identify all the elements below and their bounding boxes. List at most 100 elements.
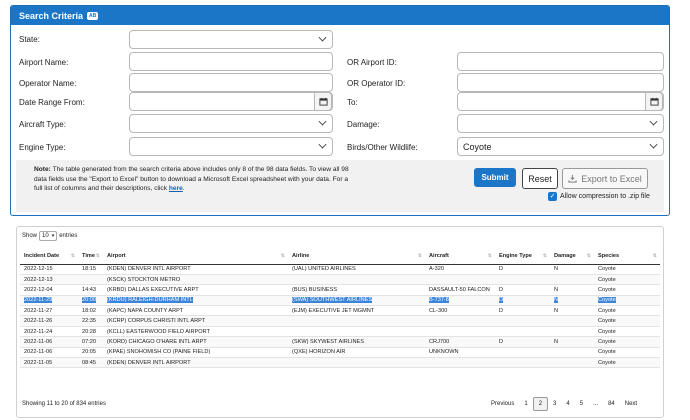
pager-page-button[interactable]: 1	[519, 398, 532, 410]
column-header-label: Damage	[554, 252, 576, 259]
table-cell: D	[495, 305, 550, 317]
column-header[interactable]: Engine Type ⇅	[495, 248, 550, 265]
cell-text: B-737-8	[429, 297, 449, 304]
results-table: Incident Date ⇅ Time ⇅ Airport ⇅ Airline ⇅ Aircr…	[20, 248, 660, 369]
cell-text: D	[499, 297, 504, 304]
table-row[interactable]: 2022-12-15 18:15 (KDEN) DENVER INTL AIRPOR…	[20, 264, 660, 275]
cell-text: (KCRP) CORPUS CHRISTI INTL ARPT	[107, 318, 206, 325]
pager-previous-button[interactable]: Previous	[486, 398, 519, 410]
airport-name-input[interactable]	[129, 52, 333, 71]
pager-page-button[interactable]: 4	[561, 398, 574, 410]
pager-page-button[interactable]: 2	[532, 397, 549, 411]
table-row[interactable]: 2022-11-29 20:00 (KRDU) RALEIGH-DURHAM INT…	[20, 295, 660, 307]
columns-help-link[interactable]: here	[169, 185, 183, 192]
table-row[interactable]: 2022-11-24 20:28 (KCLL) EASTERWOOD FIELD A…	[20, 326, 660, 338]
table-cell: (KDEN) DENVER INTL AIRPORT	[103, 264, 288, 275]
table-cell: 20:28	[78, 326, 103, 338]
column-header-label: Engine Type	[499, 252, 532, 259]
compression-option: ✓ Allow compression to .zip file	[548, 192, 650, 201]
page-length-control: Show 10 ▾ entries	[22, 231, 77, 241]
column-header[interactable]: Airport ⇅	[103, 248, 288, 265]
damage-select[interactable]	[457, 114, 664, 133]
table-row[interactable]: 2022-12-04 14:43 (KRBD) DALLAS EXECUTIVE A…	[20, 284, 660, 296]
chevron-down-icon	[318, 33, 327, 42]
cell-text: (KRDU) RALEIGH-DURHAM INTL	[107, 297, 193, 304]
cell-text: Coyote	[598, 286, 616, 293]
cell-text: (SWA) SOUTHWEST AIRLINES	[292, 297, 373, 304]
table-cell: UNKNOWN	[425, 347, 495, 359]
page-length-value: 10	[42, 233, 49, 239]
cell-text: D	[499, 286, 504, 293]
table-cell: (KCRP) CORPUS CHRISTI INTL ARPT	[103, 315, 288, 327]
table-cell: 20:00	[78, 295, 103, 307]
table-cell: 22:35	[78, 315, 103, 327]
wildlife-select[interactable]: Coyote	[457, 137, 664, 156]
sort-icon: ⇅	[586, 253, 591, 259]
compression-checkbox[interactable]: ✓	[548, 192, 557, 201]
table-row[interactable]: 2022-11-27 18:02 (KAPC) NAPA COUNTY ARPT (E…	[20, 305, 660, 317]
table-cell: Coyote	[594, 274, 660, 286]
table-row[interactable]: 2022-11-26 22:35 (KCRP) CORPUS CHRISTI INT…	[20, 315, 660, 327]
column-header[interactable]: Airline ⇅	[288, 248, 425, 265]
cell-text: N	[554, 266, 559, 273]
table-cell: (BUS) BUSINESS	[288, 284, 425, 296]
cell-text: (KSCK) STOCKTON METRO	[107, 276, 181, 283]
table-cell: A-320	[425, 264, 495, 275]
calendar-icon[interactable]	[645, 92, 663, 111]
export-label: Export to Excel	[581, 173, 642, 184]
engine-type-select[interactable]	[129, 137, 333, 156]
table-cell: 18:02	[78, 305, 103, 317]
pager-next-button[interactable]: Next	[620, 398, 642, 410]
table-cell	[550, 347, 594, 359]
accessibility-badge[interactable]: AB	[87, 11, 99, 20]
table-cell	[495, 274, 550, 286]
cell-text: 20:00	[82, 297, 96, 304]
note-end: .	[182, 185, 185, 193]
table-cell	[425, 357, 495, 369]
table-row[interactable]: 2022-11-06 07:20 (KORD) CHICAGO O'HARE INT…	[20, 336, 660, 348]
table-cell: DASSAULT-50 FALCON	[425, 284, 495, 296]
column-header[interactable]: Time ⇅	[78, 248, 103, 265]
column-header[interactable]: Species ⇅	[594, 248, 660, 265]
pager-page-button[interactable]: 3	[548, 398, 561, 410]
table-row[interactable]: 2022-11-06 20:05 (KPAE) SNOHOMISH CO (PAIN…	[20, 347, 660, 359]
state-select[interactable]	[129, 30, 333, 49]
column-header-label: Aircraft	[429, 252, 449, 259]
column-header[interactable]: Incident Date ⇅	[20, 248, 78, 265]
date-to-input[interactable]	[457, 92, 664, 111]
table-cell: 2022-11-24	[20, 326, 78, 338]
table-body: 2022-12-15 18:15 (KDEN) DENVER INTL AIRPOR…	[20, 264, 660, 369]
pager-page-button[interactable]: 5	[575, 398, 588, 410]
note-bold: Note:	[34, 166, 51, 173]
column-header[interactable]: Aircraft ⇅	[425, 248, 495, 265]
export-excel-button[interactable]: Export to Excel	[562, 168, 648, 189]
operator-id-input[interactable]	[457, 73, 664, 92]
sort-icon: ⇅	[652, 253, 657, 259]
table-cell	[425, 315, 495, 327]
table-cell: 2022-12-04	[20, 284, 78, 296]
operator-name-input[interactable]	[129, 73, 333, 92]
cell-text: 2022-11-06	[24, 349, 53, 356]
cell-text: Coyote	[598, 349, 616, 356]
date-from-input[interactable]	[129, 92, 333, 111]
pager-page-button[interactable]: ...	[588, 398, 603, 410]
pager-page-button[interactable]: 84	[603, 398, 620, 410]
table-cell: D	[495, 336, 550, 348]
cell-text: (KCLL) EASTERWOOD FIELD AIRPORT	[107, 328, 210, 335]
submit-button[interactable]: Submit	[474, 168, 516, 187]
aircraft-type-select[interactable]	[129, 114, 333, 133]
cell-text: (KRBD) DALLAS EXECUTIVE ARPT	[107, 286, 199, 293]
reset-button[interactable]: Reset	[522, 168, 558, 189]
table-cell: (KRBD) DALLAS EXECUTIVE ARPT	[103, 284, 288, 296]
show-label: Show	[22, 233, 38, 239]
column-header[interactable]: Damage ⇅	[550, 248, 594, 265]
table-cell	[288, 274, 425, 286]
cell-text: Coyote	[598, 359, 616, 366]
table-row[interactable]: 2022-12-13 (KSCK) STOCKTON METRO Coyote	[20, 274, 660, 286]
calendar-icon[interactable]	[314, 92, 332, 111]
table-info: Showing 11 to 20 of 834 entries	[22, 401, 106, 407]
airport-id-input[interactable]	[457, 52, 664, 71]
page-length-select[interactable]: 10 ▾	[39, 231, 58, 241]
table-cell	[495, 357, 550, 369]
table-row[interactable]: 2022-11-05 08:45 (KDEN) DENVER INTL AIRPOR…	[20, 357, 660, 369]
